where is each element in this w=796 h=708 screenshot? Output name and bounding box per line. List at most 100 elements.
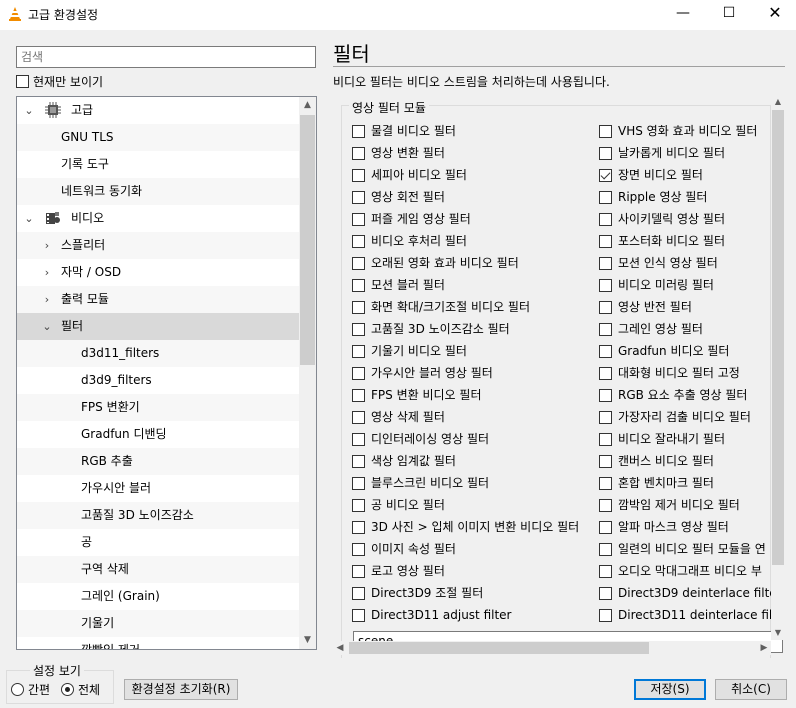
filter-checkbox[interactable]: [352, 190, 365, 204]
filter-checkbox[interactable]: [599, 564, 612, 578]
tree-item[interactable]: ⌄ 고급: [17, 97, 299, 124]
filter-checkbox[interactable]: [599, 498, 612, 512]
filter-checkbox[interactable]: [599, 300, 612, 314]
right-filter-option[interactable]: Direct3D9 deinterlace filter: [599, 583, 782, 603]
left-filter-option[interactable]: 물결 비디오 필터: [352, 121, 456, 141]
filter-checkbox[interactable]: [352, 344, 365, 358]
right-filter-option[interactable]: Direct3D11 deinterlace filter: [599, 605, 785, 625]
filter-checkbox[interactable]: [599, 168, 612, 182]
view-all-option[interactable]: 전체: [61, 681, 100, 698]
filter-checkbox[interactable]: [599, 410, 612, 424]
filter-checkbox[interactable]: [599, 432, 612, 446]
filter-checkbox[interactable]: [352, 124, 365, 138]
left-filter-option[interactable]: 이미지 속성 필터: [352, 539, 456, 559]
content-scroll-thumb[interactable]: [772, 110, 784, 565]
view-simple-option[interactable]: 간편: [11, 681, 50, 698]
left-filter-option[interactable]: 세피아 비디오 필터: [352, 165, 467, 185]
tree-item[interactable]: 고품질 3D 노이즈감소: [17, 502, 299, 529]
tree-item[interactable]: 깜빡임 제거: [17, 637, 299, 649]
filter-checkbox[interactable]: [352, 432, 365, 446]
right-filter-option[interactable]: 깜박임 제거 비디오 필터: [599, 495, 740, 515]
tree-item[interactable]: 공: [17, 529, 299, 556]
tree-item[interactable]: › 스플리터: [17, 232, 299, 259]
scroll-right-arrow-icon[interactable]: ▶: [757, 641, 771, 655]
right-filter-option[interactable]: 날카롭게 비디오 필터: [599, 143, 725, 163]
expand-chevron-icon[interactable]: ⌄: [41, 313, 53, 340]
right-filter-option[interactable]: 대화형 비디오 필터 고정: [599, 363, 740, 383]
scroll-left-arrow-icon[interactable]: ◀: [333, 641, 347, 655]
left-filter-option[interactable]: 퍼즐 게임 영상 필터: [352, 209, 471, 229]
left-filter-option[interactable]: 영상 삭제 필터: [352, 407, 445, 427]
right-filter-option[interactable]: 혼합 벤치마크 필터: [599, 473, 714, 493]
filter-checkbox[interactable]: [352, 234, 365, 248]
minimize-button[interactable]: —: [660, 0, 706, 28]
filter-checkbox[interactable]: [352, 542, 365, 556]
left-filter-option[interactable]: Direct3D9 조절 필터: [352, 583, 483, 603]
filter-checkbox[interactable]: [599, 234, 612, 248]
view-all-radio[interactable]: [61, 683, 74, 696]
left-filter-option[interactable]: 화면 확대/크기조절 비디오 필터: [352, 297, 530, 317]
left-filter-option[interactable]: 오래된 영화 효과 비디오 필터: [352, 253, 519, 273]
filter-checkbox[interactable]: [599, 586, 612, 600]
filter-checkbox[interactable]: [352, 476, 365, 490]
right-filter-option[interactable]: 알파 마스크 영상 필터: [599, 517, 729, 537]
tree-item[interactable]: d3d11_filters: [17, 340, 299, 367]
filter-checkbox[interactable]: [352, 498, 365, 512]
collapse-chevron-icon[interactable]: ›: [41, 232, 53, 259]
filter-checkbox[interactable]: [599, 212, 612, 226]
tree-item[interactable]: FPS 변환기: [17, 394, 299, 421]
right-filter-option[interactable]: 포스터화 비디오 필터: [599, 231, 725, 251]
scroll-up-arrow-icon[interactable]: ▲: [299, 97, 316, 114]
filter-checkbox[interactable]: [599, 344, 612, 358]
tree-item[interactable]: d3d9_filters: [17, 367, 299, 394]
tree-item[interactable]: ⌄ 비디오: [17, 205, 299, 232]
tree-item[interactable]: GNU TLS: [17, 124, 299, 151]
filter-checkbox[interactable]: [599, 124, 612, 138]
show-current-checkbox[interactable]: [16, 75, 29, 88]
filter-checkbox[interactable]: [599, 454, 612, 468]
filter-checkbox[interactable]: [599, 542, 612, 556]
show-current-toggle[interactable]: 현재만 보이기: [16, 73, 103, 90]
tree-scroll-thumb[interactable]: [300, 115, 315, 365]
left-filter-option[interactable]: 고품질 3D 노이즈감소 필터: [352, 319, 510, 339]
filter-checkbox[interactable]: [352, 212, 365, 226]
right-filter-option[interactable]: 캔버스 비디오 필터: [599, 451, 714, 471]
scroll-up-arrow-icon[interactable]: ▲: [771, 95, 785, 109]
filter-checkbox[interactable]: [352, 454, 365, 468]
tree-item[interactable]: › 출력 모듈: [17, 286, 299, 313]
left-filter-option[interactable]: Direct3D11 adjust filter: [352, 605, 511, 625]
filter-checkbox[interactable]: [352, 608, 365, 622]
filter-checkbox[interactable]: [599, 256, 612, 270]
filter-checkbox[interactable]: [352, 410, 365, 424]
filter-checkbox[interactable]: [599, 146, 612, 160]
filter-checkbox[interactable]: [352, 300, 365, 314]
view-simple-radio[interactable]: [11, 683, 24, 696]
scroll-down-arrow-icon[interactable]: ▼: [771, 626, 785, 640]
reset-preferences-button[interactable]: 환경설정 초기화(R): [124, 679, 238, 700]
right-filter-option[interactable]: 사이키델릭 영상 필터: [599, 209, 725, 229]
right-filter-option[interactable]: 비디오 미러링 필터: [599, 275, 714, 295]
tree-item[interactable]: › 자막 / OSD: [17, 259, 299, 286]
filter-checkbox[interactable]: [599, 278, 612, 292]
filter-checkbox[interactable]: [599, 388, 612, 402]
filter-checkbox[interactable]: [352, 256, 365, 270]
right-filter-option[interactable]: Gradfun 비디오 필터: [599, 341, 729, 361]
left-filter-option[interactable]: 디인터레이싱 영상 필터: [352, 429, 489, 449]
filter-checkbox[interactable]: [352, 564, 365, 578]
filter-checkbox[interactable]: [352, 322, 365, 336]
tree-item[interactable]: RGB 추출: [17, 448, 299, 475]
expand-chevron-icon[interactable]: ⌄: [23, 97, 35, 124]
right-filter-option[interactable]: 장면 비디오 필터: [599, 165, 703, 185]
cancel-button[interactable]: 취소(C): [715, 679, 787, 700]
right-filter-option[interactable]: Ripple 영상 필터: [599, 187, 707, 207]
close-button[interactable]: ✕: [752, 0, 796, 28]
content-hscroll-thumb[interactable]: [349, 642, 649, 654]
left-filter-option[interactable]: 비디오 후처리 필터: [352, 231, 467, 251]
tree-item[interactable]: 네트워크 동기화: [17, 178, 299, 205]
right-filter-option[interactable]: 영상 반전 필터: [599, 297, 692, 317]
left-filter-option[interactable]: 모션 블러 필터: [352, 275, 445, 295]
filter-checkbox[interactable]: [352, 388, 365, 402]
left-filter-option[interactable]: 로고 영상 필터: [352, 561, 445, 581]
collapse-chevron-icon[interactable]: ›: [41, 259, 53, 286]
tree-scrollbar[interactable]: ▲ ▼: [299, 97, 316, 649]
